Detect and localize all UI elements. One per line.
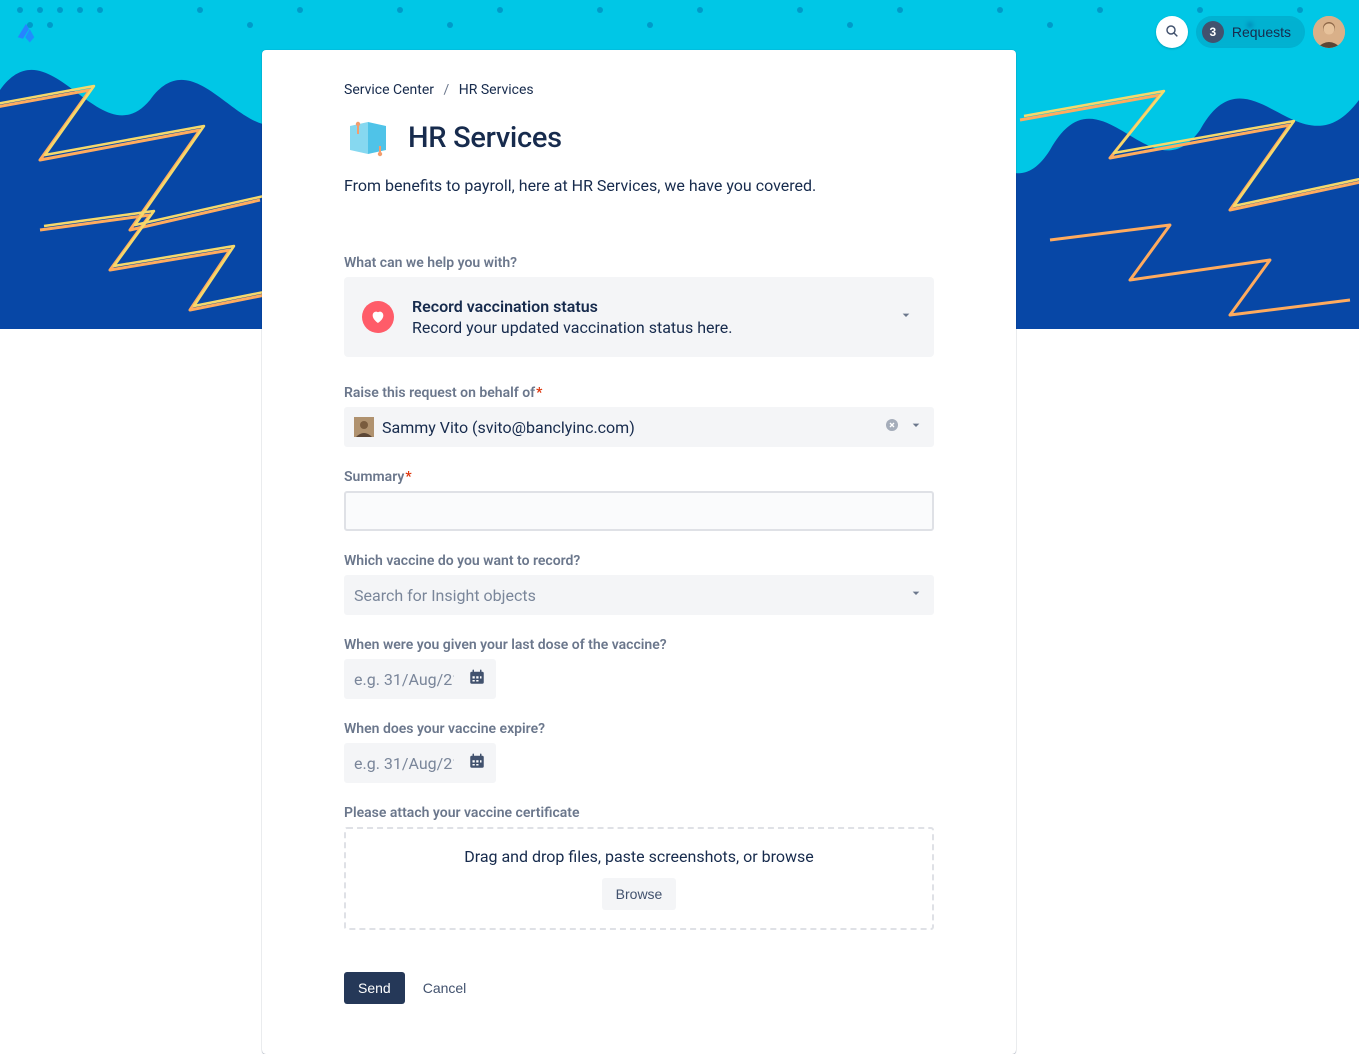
search-icon <box>1164 23 1180 42</box>
chevron-down-icon <box>908 417 924 437</box>
last-dose-date[interactable] <box>344 659 496 699</box>
breadcrumb-root[interactable]: Service Center <box>344 82 434 98</box>
expire-label: When does your vaccine expire? <box>344 721 934 737</box>
attach-label: Please attach your vaccine certificate <box>344 805 934 821</box>
expire-date[interactable] <box>344 743 496 783</box>
summary-input[interactable] <box>344 491 934 531</box>
main-card: Service Center / HR Services HR Services… <box>262 50 1016 1054</box>
summary-label: Summary* <box>344 469 934 485</box>
logo-icon <box>14 20 38 44</box>
request-type-title: Record vaccination status <box>412 297 880 316</box>
page-title: HR Services <box>408 121 562 155</box>
requests-button[interactable]: 3 Requests <box>1196 16 1305 48</box>
request-type-selector[interactable]: Record vaccination status Record your up… <box>344 277 934 357</box>
send-button[interactable]: Send <box>344 972 405 1004</box>
heart-icon <box>362 301 394 333</box>
dropzone-text: Drag and drop files, paste screenshots, … <box>364 847 914 866</box>
search-button[interactable] <box>1156 16 1188 48</box>
cancel-button[interactable]: Cancel <box>423 980 467 996</box>
requests-count-badge: 3 <box>1202 21 1224 43</box>
breadcrumb-current: HR Services <box>459 82 534 98</box>
breadcrumb: Service Center / HR Services <box>344 82 934 98</box>
vaccine-placeholder: Search for Insight objects <box>354 586 900 605</box>
request-type-description: Record your updated vaccination status h… <box>412 318 880 337</box>
last-dose-input[interactable] <box>354 670 454 689</box>
behalf-select[interactable]: Sammy Vito (svito@banclyinc.com) <box>344 407 934 447</box>
user-avatar-icon <box>354 417 374 437</box>
calendar-icon[interactable] <box>468 752 486 774</box>
requests-label: Requests <box>1232 24 1291 40</box>
clear-icon[interactable] <box>884 417 900 437</box>
breadcrumb-separator: / <box>444 82 450 98</box>
avatar[interactable] <box>1313 16 1345 48</box>
chevron-down-icon <box>908 585 924 605</box>
page-description: From benefits to payroll, here at HR Ser… <box>344 176 934 195</box>
help-label: What can we help you with? <box>344 255 934 271</box>
expire-input[interactable] <box>354 754 454 773</box>
chevron-down-icon <box>898 307 914 327</box>
vaccine-select[interactable]: Search for Insight objects <box>344 575 934 615</box>
calendar-icon[interactable] <box>468 668 486 690</box>
vaccine-label: Which vaccine do you want to record? <box>344 553 934 569</box>
attachment-dropzone[interactable]: Drag and drop files, paste screenshots, … <box>344 827 934 930</box>
behalf-value: Sammy Vito (svito@banclyinc.com) <box>382 418 876 437</box>
topbar: 3 Requests <box>0 8 1359 56</box>
hr-services-icon <box>344 114 392 162</box>
last-dose-label: When were you given your last dose of th… <box>344 637 934 653</box>
browse-button[interactable]: Browse <box>602 878 677 910</box>
behalf-label: Raise this request on behalf of* <box>344 385 934 401</box>
